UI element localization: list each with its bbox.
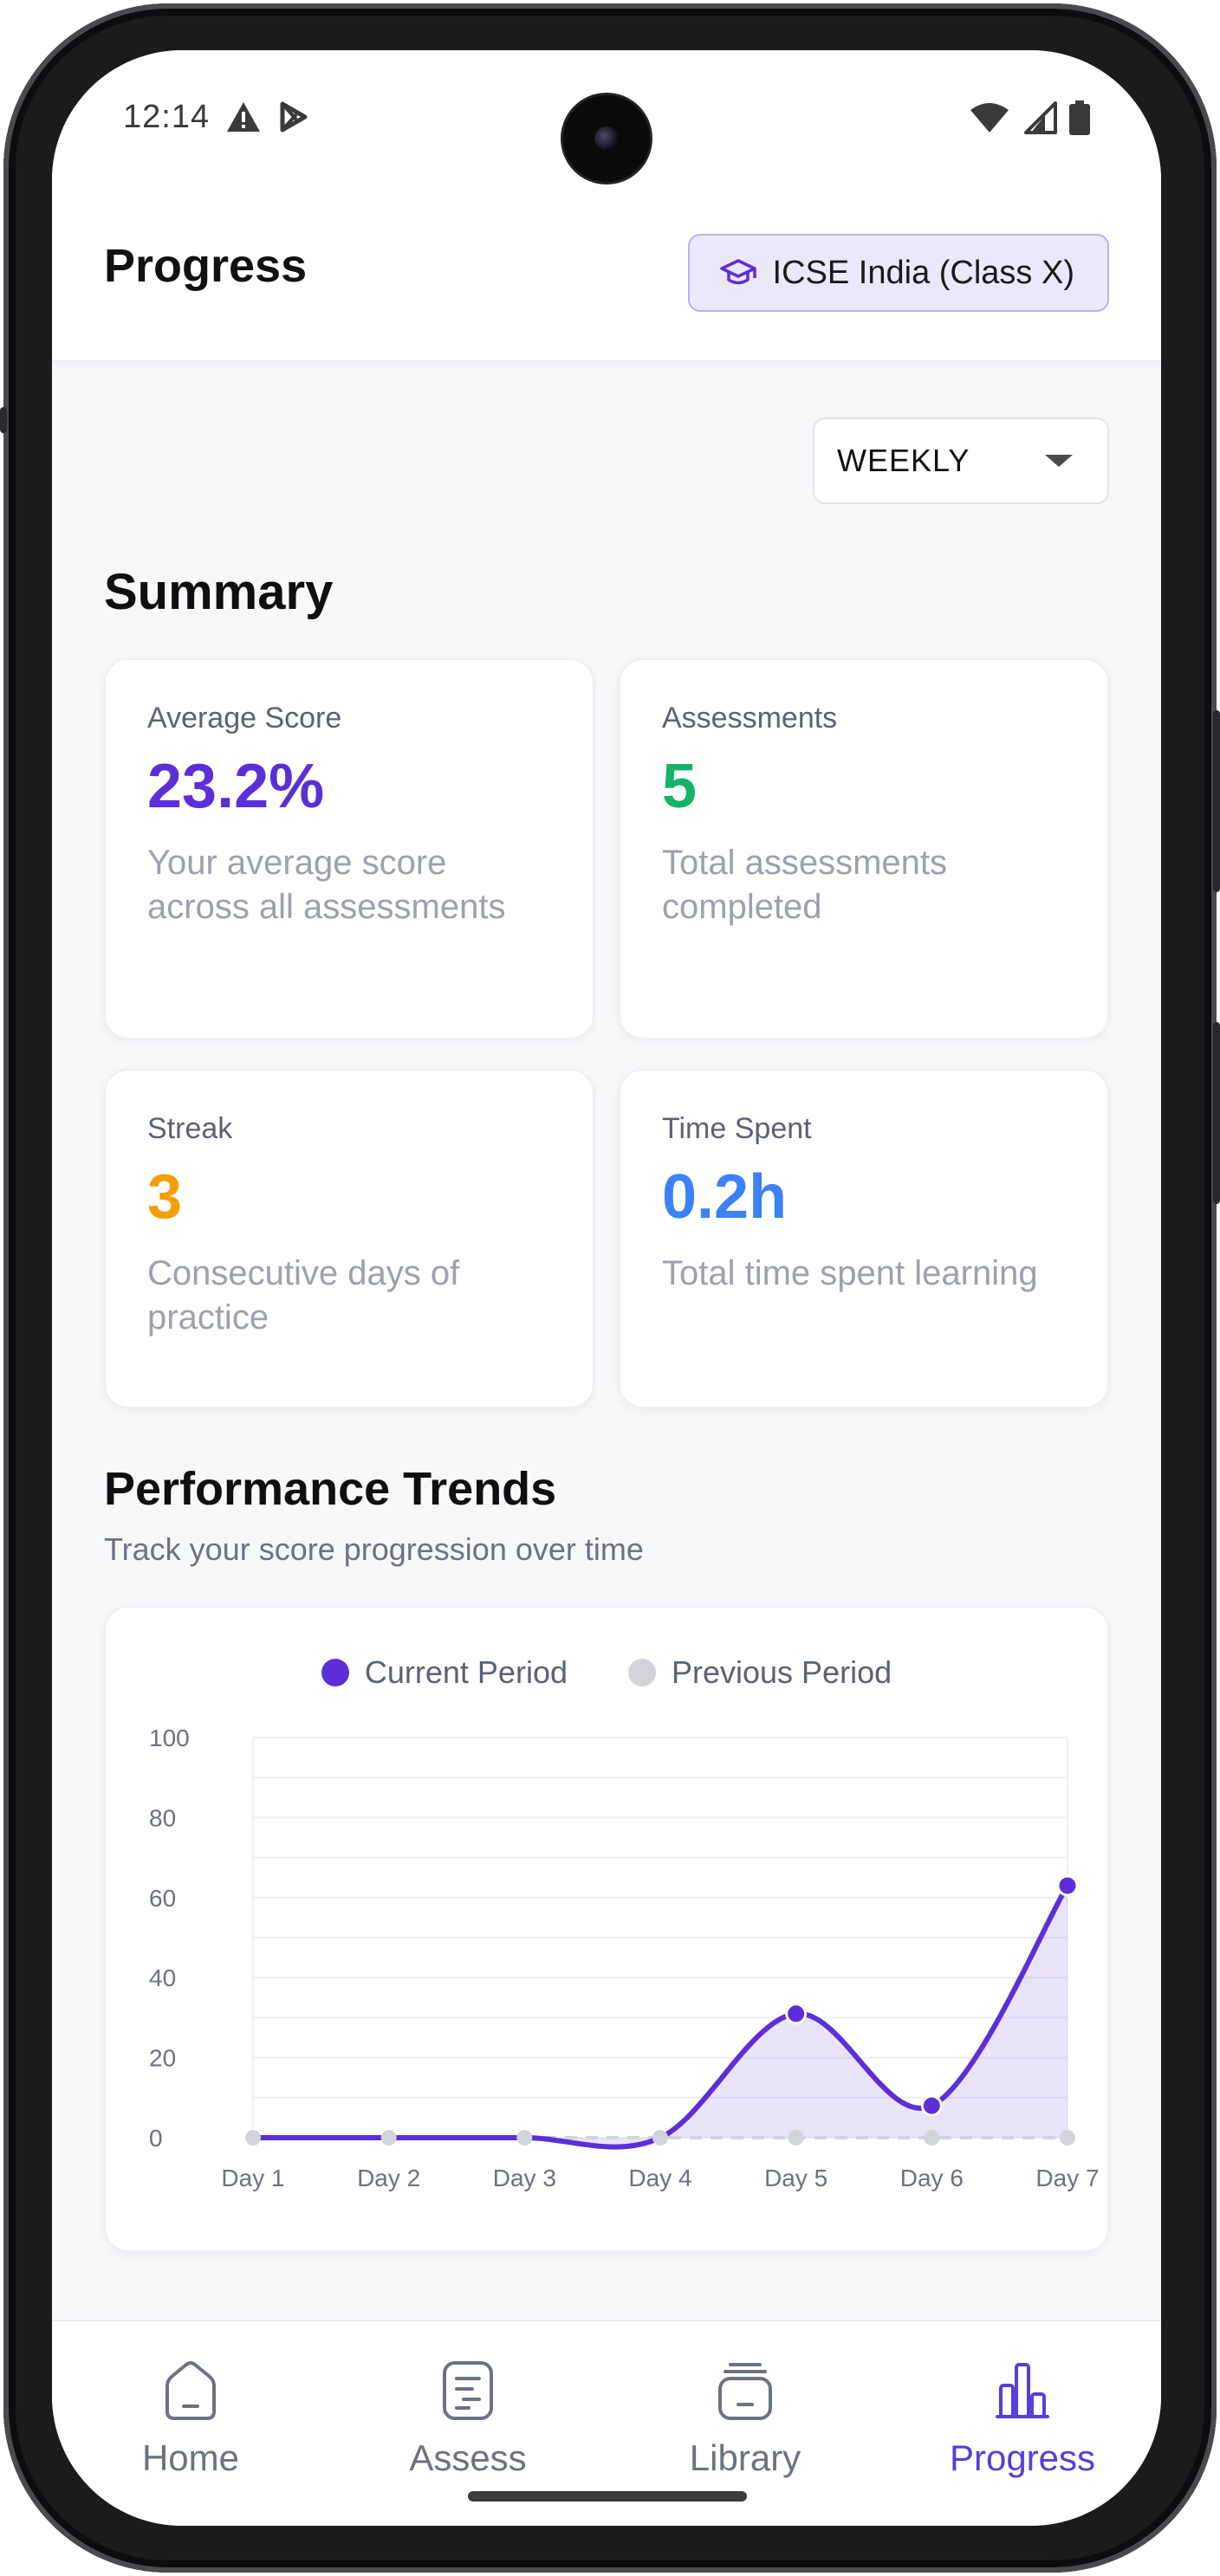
warning-icon: [227, 102, 260, 132]
battery-icon: [1069, 100, 1090, 135]
y-tick-label: 0: [149, 2125, 163, 2152]
card-description: Total assessments completed: [662, 843, 948, 926]
previous-series-point: [380, 2130, 397, 2146]
previous-series-point: [245, 2130, 261, 2146]
trends-subtitle: Track your score progression over time: [104, 1531, 644, 1567]
previous-series-point: [788, 2130, 804, 2146]
caret-down-icon: [1045, 455, 1073, 467]
signal-icon: [1024, 101, 1057, 134]
home-indicator[interactable]: [468, 2491, 747, 2502]
card-label: Assessments: [662, 702, 838, 735]
side-button: [1213, 710, 1220, 892]
card-value: 0.2h: [662, 1162, 788, 1232]
average-score-card: Average Score 23.2% Your average score a…: [104, 658, 594, 1039]
status-bar: 12:14: [52, 50, 1161, 189]
time-spent-card: Time Spent 0.2h Total time spent learnin…: [619, 1069, 1109, 1408]
streak-card: Streak 3 Consecutive days of practice: [104, 1069, 594, 1408]
status-system-icons: [969, 100, 1090, 135]
summary-heading: Summary: [104, 564, 334, 620]
previous-series-point: [516, 2130, 533, 2146]
x-tick-label: Day 1: [221, 2165, 284, 2191]
previous-series-point: [652, 2130, 668, 2146]
x-tick-label: Day 5: [764, 2165, 827, 2191]
card-label: Time Spent: [662, 1112, 812, 1145]
card-description: Your average score across all assessment…: [147, 843, 506, 926]
x-tick-label: Day 3: [493, 2165, 556, 2191]
card-description: Consecutive days of practice: [147, 1253, 460, 1337]
play-store-icon: [280, 101, 308, 133]
status-notifications: [225, 100, 310, 133]
nav-label: Library: [689, 2437, 801, 2478]
period-dropdown[interactable]: WEEKLY: [813, 417, 1109, 504]
x-tick-label: Day 4: [628, 2165, 691, 2191]
nav-label: Assess: [409, 2437, 527, 2478]
board-selector-chip[interactable]: ICSE India (Class X): [687, 234, 1109, 312]
current-series-area: [253, 1885, 1068, 2147]
y-tick-label: 20: [149, 2045, 176, 2072]
current-series-point: [920, 2094, 943, 2117]
current-series-point: [1056, 1874, 1079, 1897]
y-tick-label: 80: [149, 1804, 176, 1831]
card-description: Total time spent learning: [662, 1253, 1038, 1292]
card-label: Streak: [147, 1112, 233, 1145]
card-value: 3: [147, 1162, 183, 1232]
home-icon: [165, 2361, 216, 2420]
side-button-lower: [1213, 1022, 1220, 1204]
y-tick-label: 40: [149, 1964, 176, 1991]
nav-progress[interactable]: Progress: [884, 2321, 1161, 2526]
board-chip-label: ICSE India (Class X): [772, 254, 1074, 291]
previous-series-point: [1060, 2130, 1075, 2146]
page-title: Progress: [104, 240, 308, 292]
assess-icon: [443, 2361, 493, 2420]
trends-heading: Performance Trends: [104, 1463, 557, 1515]
current-series-point: [785, 2003, 808, 2025]
app-header: Progress ICSE India (Class X): [52, 189, 1161, 362]
assessments-card: Assessments 5 Total assessments complete…: [619, 658, 1109, 1039]
volume-button: [0, 407, 7, 433]
progress-icon: [996, 2363, 1049, 2418]
card-label: Average Score: [147, 702, 342, 735]
period-dropdown-value: WEEKLY: [837, 443, 970, 478]
nav-home[interactable]: Home: [52, 2321, 329, 2526]
y-tick-label: 100: [149, 1725, 190, 1751]
performance-chart-card: Current Period Previous Period 0 20 40 60 80…: [104, 1606, 1109, 2252]
library-icon: [718, 2363, 772, 2420]
previous-series-point: [924, 2130, 940, 2146]
performance-chart: 0 20 40 60 80 100 Day 1 Day 2 Day 3 Day 4 Day 5 Day…: [149, 1725, 1100, 2191]
wifi-icon: [970, 103, 1009, 133]
card-value: 23.2%: [147, 752, 325, 821]
app-screen: 12:14 Progress ICSE India (Class X) WEEK…: [52, 50, 1161, 2526]
graduation-cap-icon: [719, 259, 756, 285]
x-tick-label: Day 6: [900, 2165, 964, 2191]
y-tick-label: 60: [149, 1885, 176, 1912]
nav-label: Progress: [949, 2437, 1096, 2478]
nav-label: Home: [141, 2437, 240, 2478]
x-tick-label: Day 2: [357, 2165, 420, 2191]
status-time: 12:14: [123, 99, 211, 135]
x-tick-label: Day 7: [1035, 2165, 1099, 2191]
front-camera: [563, 95, 650, 182]
card-value: 5: [662, 752, 698, 821]
